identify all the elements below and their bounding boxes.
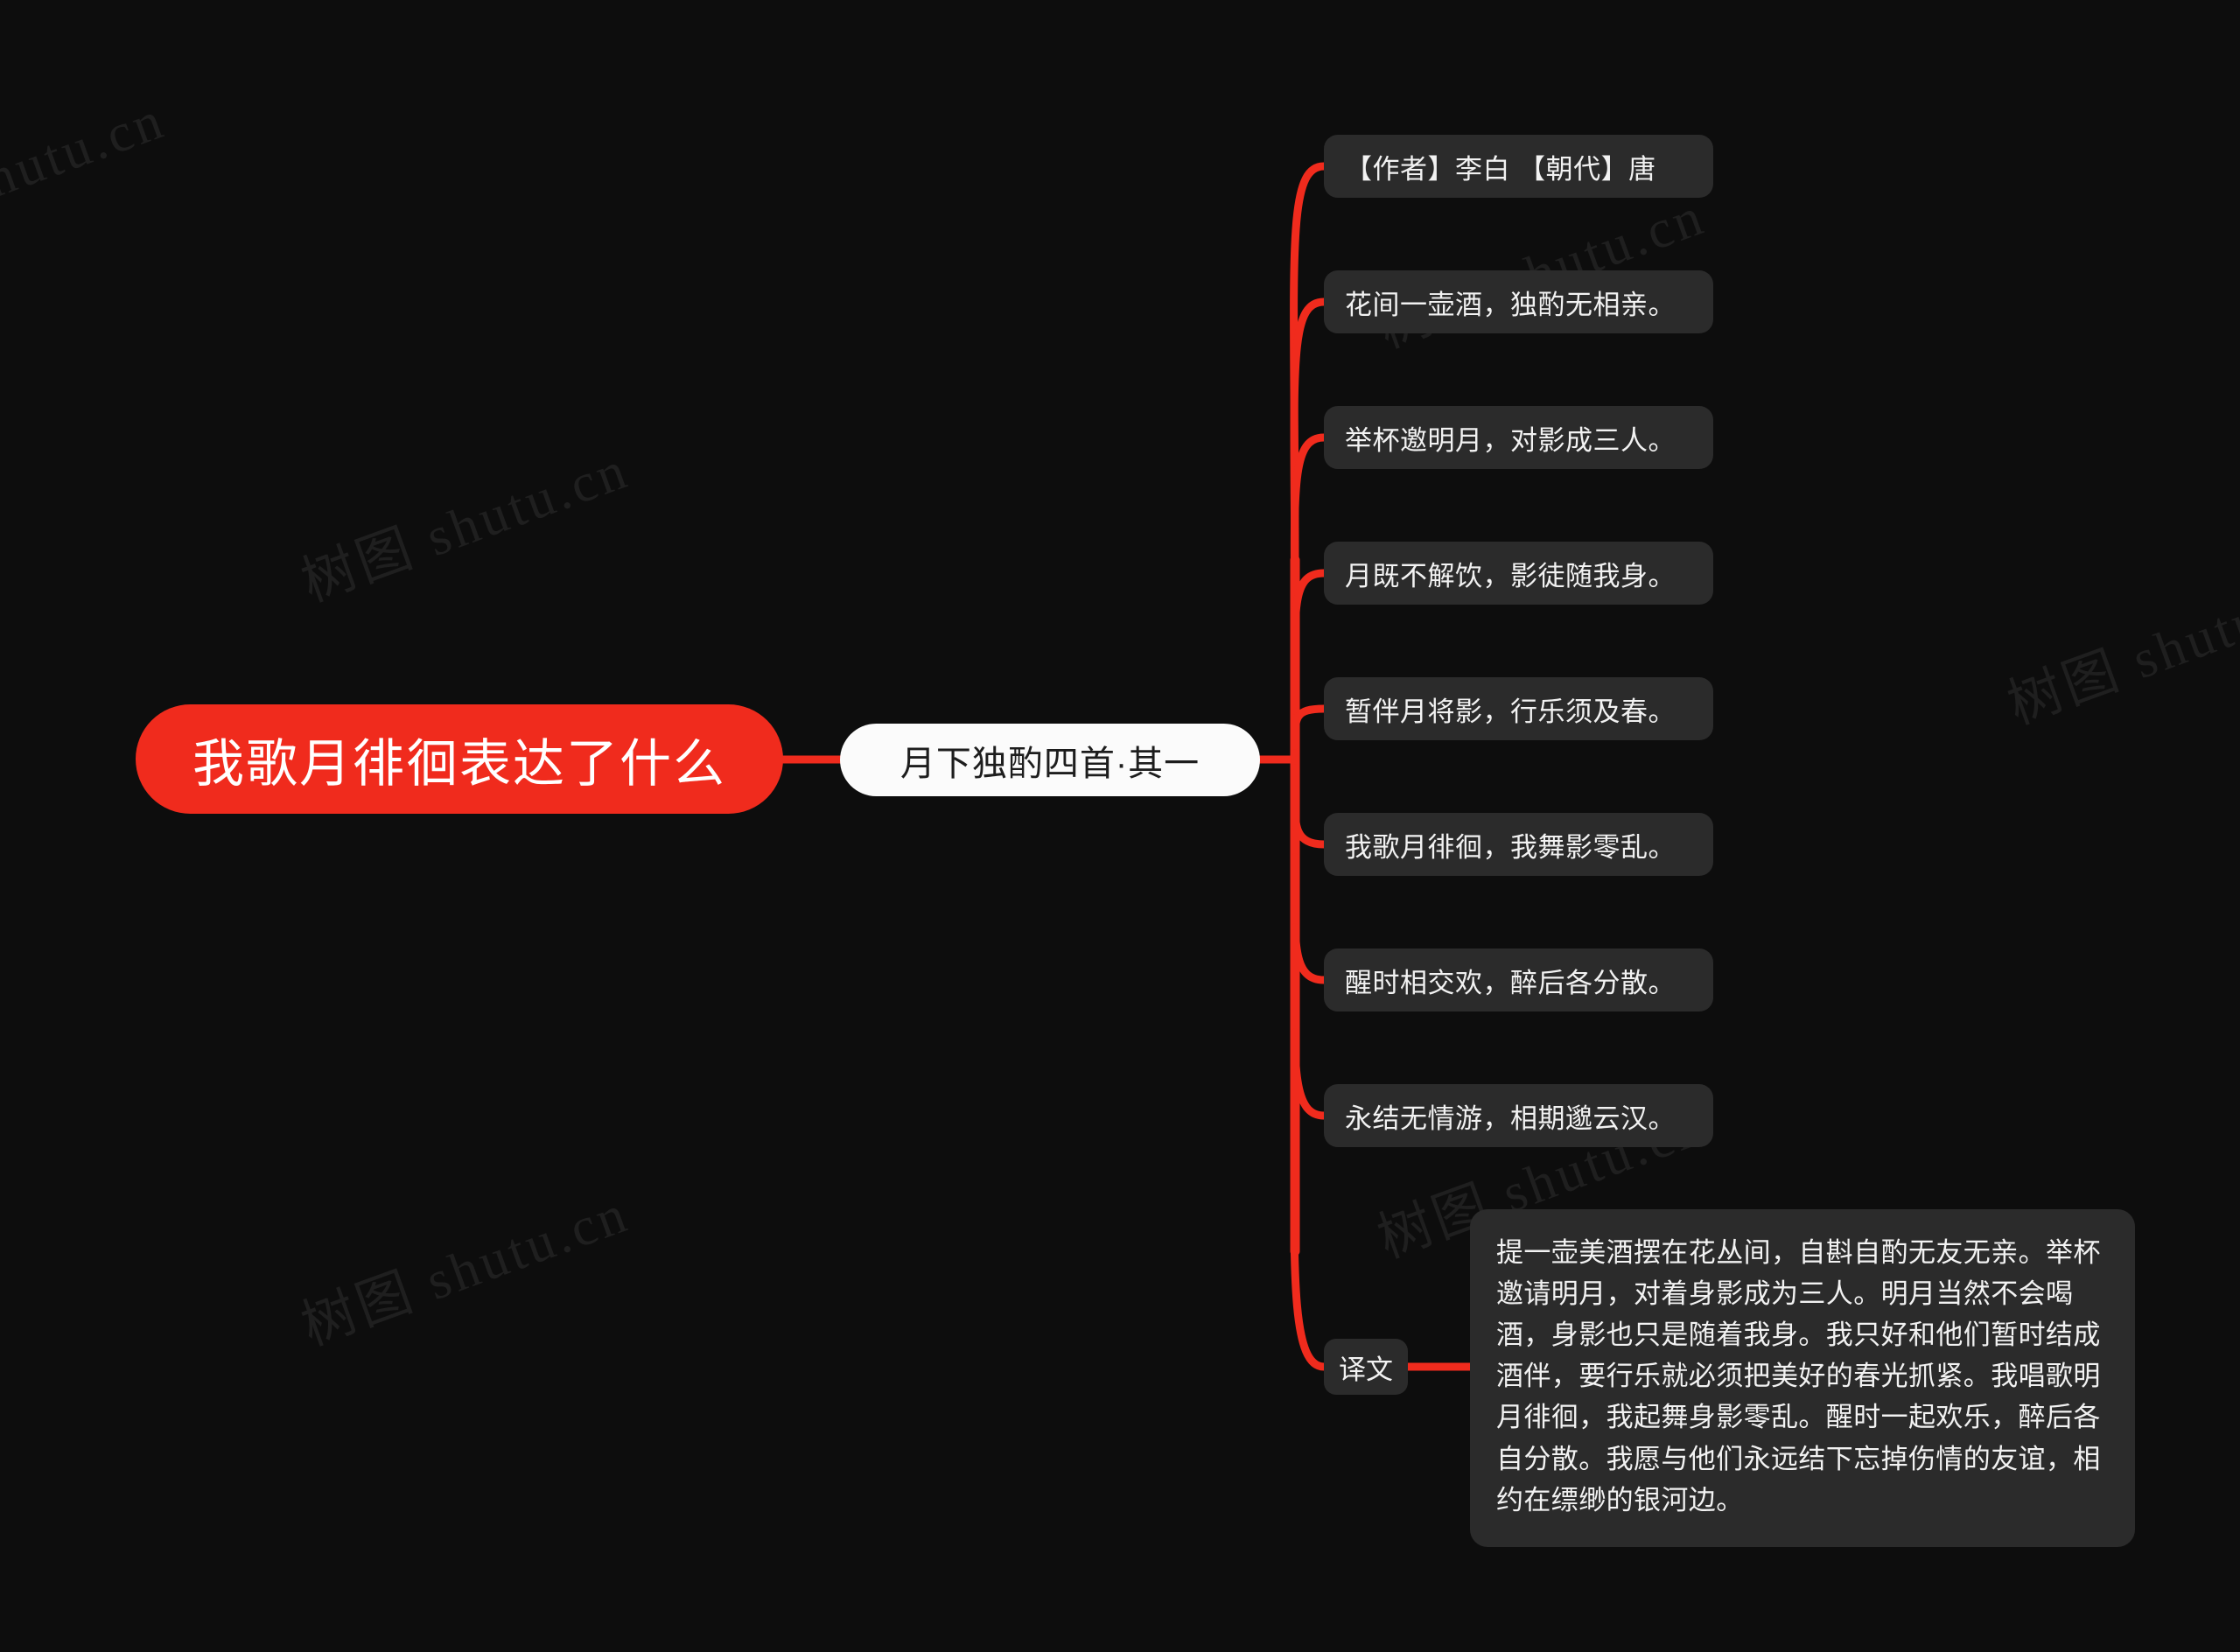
leaf-node-label: 醒时相交欢，醉后各分散。 [1345,967,1676,998]
leaf-node-7[interactable]: 醒时相交欢，醉后各分散。 [1324,948,1713,1012]
mindmap-canvas: 树图 shutu.cn 树图 shutu.cn 树图 shutu.cn 树图 s… [0,0,2240,1652]
connector-branch-translation [1290,1028,1328,1371]
leaf-node-label: 【作者】李白 【朝代】唐 [1345,153,1656,185]
leaf-node-2[interactable]: 花间一壶酒，独酌无相亲。 [1324,270,1713,333]
leaf-node-label: 举杯邀明月，对影成三人。 [1345,424,1676,456]
connector-branch-7 [1291,853,1328,984]
connector-branch-2 [1290,298,1328,617]
leaf-node-3[interactable]: 举杯邀明月，对影成三人。 [1324,406,1713,469]
root-node-label: 我歌月徘徊表达了什么 [192,735,726,793]
leaf-node-8[interactable]: 永结无情游，相期邈云汉。 [1324,1084,1713,1147]
watermark-text: 树图 shutu.cn [1365,172,1714,363]
watermark-text: 树图 shutu.cn [2000,562,2240,736]
leaf-node-6[interactable]: 我歌月徘徊，我舞影零乱。 [1324,813,1713,876]
leaf-node-label: 永结无情游，相期邈云汉。 [1345,1102,1676,1134]
watermark-text: 树图 shutu.cn [0,89,173,263]
translation-label-node[interactable]: 译文 [1324,1339,1408,1395]
watermark-text: 树图 shutu.cn [294,439,637,613]
connector-branch-3 [1290,433,1328,669]
leaf-node-label: 我歌月徘徊，我舞影零乱。 [1345,831,1676,863]
leaf-node-label: 月既不解饮，影徒随我身。 [1345,560,1676,592]
connector-branch-8 [1290,923,1328,1120]
translation-body-text: 提一壶美酒摆在花丛间，自斟自酌无友无亲。举杯邀请明月，对着身影成为三人。明月当然… [1496,1237,2101,1516]
connector-branch-6 [1291,794,1328,849]
translation-body-node[interactable]: 提一壶美酒摆在花丛间，自斟自酌无友无亲。举杯邀请明月，对着身影成为三人。明月当然… [1470,1209,2135,1547]
connector-branch-1 [1290,162,1328,564]
watermark-text: 树图 shutu.cn [294,1183,637,1357]
center-node[interactable]: 月下独酌四首·其一 [840,724,1260,796]
leaf-node-label: 暂伴月将影，行乐须及春。 [1345,696,1676,727]
root-node[interactable]: 我歌月徘徊表达了什么 [136,704,783,814]
center-node-label: 月下独酌四首·其一 [900,744,1200,783]
leaf-node-4[interactable]: 月既不解饮，影徒随我身。 [1324,542,1713,605]
leaf-node-5[interactable]: 暂伴月将影，行乐须及春。 [1324,677,1713,740]
leaf-node-1[interactable]: 【作者】李白 【朝代】唐 [1324,135,1713,198]
connector-branch-5 [1291,704,1328,750]
connector-branch-4 [1291,569,1328,715]
leaf-node-label: 花间一壶酒，独酌无相亲。 [1345,289,1676,320]
translation-label-text: 译文 [1339,1354,1393,1385]
